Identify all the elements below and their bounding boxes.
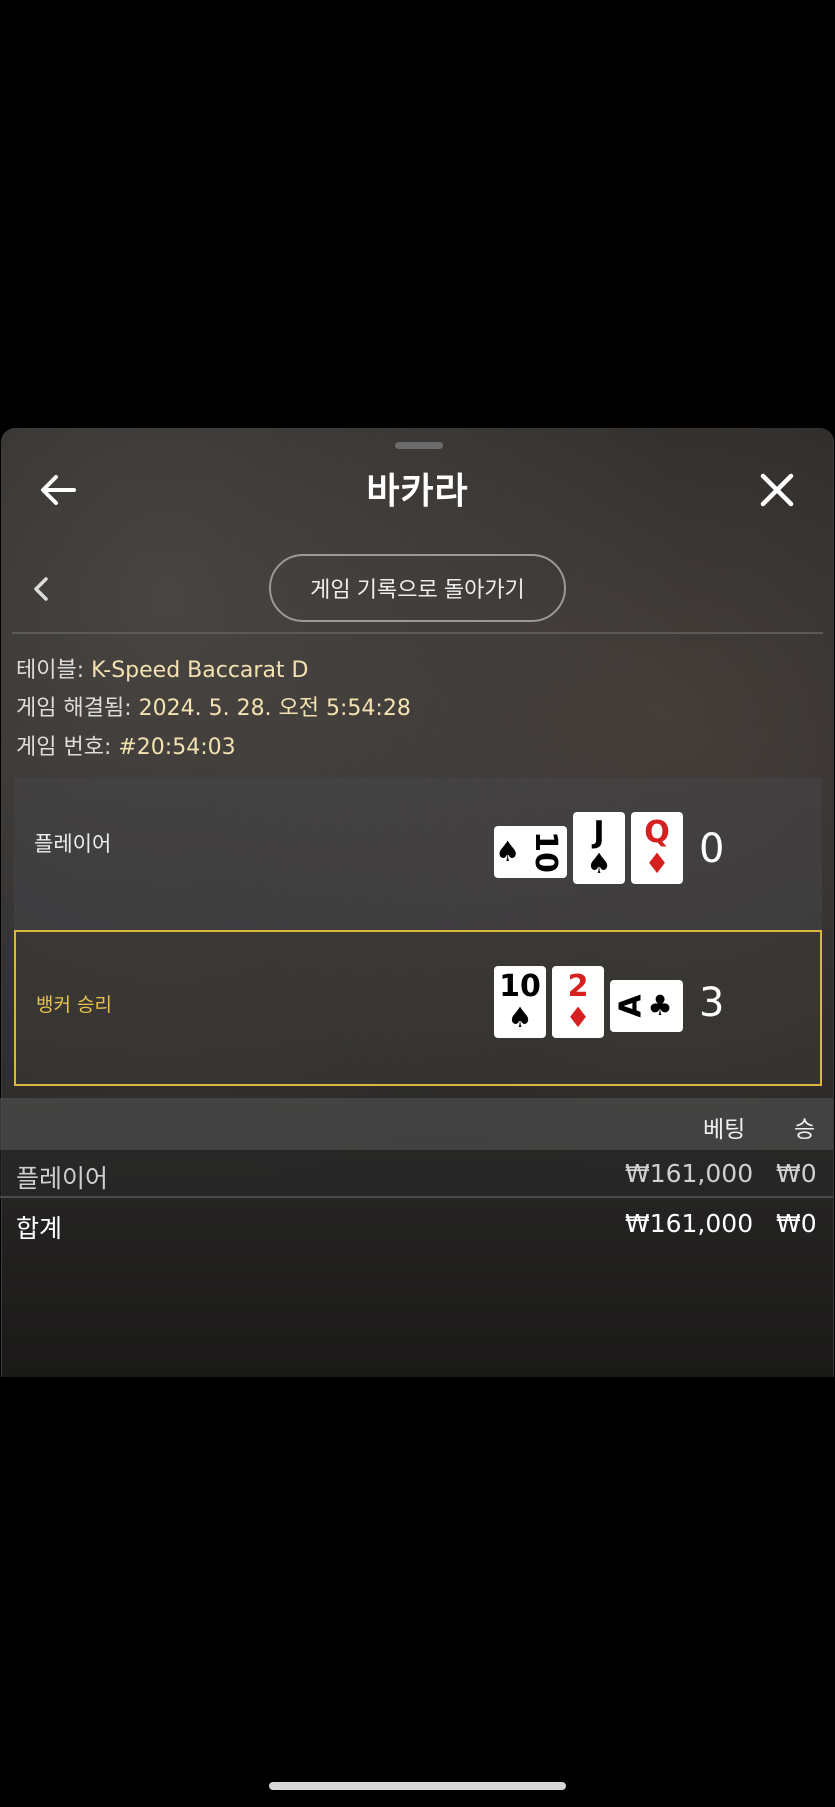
total-win-amount: ₩0 — [776, 1209, 817, 1238]
close-icon[interactable] — [757, 470, 797, 510]
bet-type: 플레이어 — [16, 1164, 109, 1193]
card-rank: 10 — [499, 969, 541, 1004]
total-row: 합계 ₩161,000 ₩0 — [0, 1200, 833, 1248]
card-rank: Q — [644, 815, 670, 850]
card-suit: ♦ — [644, 847, 670, 880]
card-rank: 2 — [567, 969, 589, 1004]
game-number-value: #20:54:03 — [118, 735, 236, 760]
bet-column-header: 베팅 — [703, 1117, 746, 1143]
home-indicator[interactable] — [269, 1782, 566, 1790]
bet-amount: ₩161,000 — [625, 1159, 754, 1188]
table-row: 플레이어 ₩161,000 ₩0 — [0, 1150, 833, 1198]
player-hand-row: 플레이어 ♠ 10 J ♠ Q ♦ 0 — [14, 778, 822, 930]
card-suit: ♠ — [495, 835, 521, 868]
drag-handle[interactable] — [395, 442, 443, 449]
chevron-left-icon[interactable] — [30, 575, 54, 603]
game-number-info: 게임 번호: #20:54:03 — [16, 729, 236, 761]
banker-hand-row: 뱅커 승리 10 ♠ 2 ♦ A ♣ 3 — [14, 930, 822, 1086]
table-value: K-Speed Baccarat D — [91, 658, 309, 683]
bets-table-header: 베팅 승 — [0, 1098, 833, 1150]
player-label: 플레이어 — [34, 832, 112, 856]
card-rank: J — [593, 815, 605, 850]
total-bet-amount: ₩161,000 — [625, 1209, 754, 1238]
card-suit: ♠ — [586, 847, 612, 880]
total-label: 합계 — [16, 1214, 63, 1243]
player-card-3: Q ♦ — [631, 812, 683, 884]
card-suit: ♦ — [565, 1001, 591, 1034]
win-amount: ₩0 — [776, 1159, 817, 1188]
banker-win-label: 뱅커 승리 — [36, 994, 112, 1016]
banker-card-3: A ♣ — [610, 980, 683, 1032]
player-card-1: ♠ 10 — [494, 826, 567, 878]
divider — [12, 632, 823, 634]
back-to-history-button[interactable]: 게임 기록으로 돌아가기 — [269, 554, 566, 622]
game-number-label: 게임 번호: — [16, 735, 112, 760]
table-label: 테이블: — [16, 658, 85, 683]
banker-card-1: 10 ♠ — [494, 966, 546, 1038]
card-rank: A — [613, 994, 649, 1018]
banker-card-2: 2 ♦ — [552, 966, 604, 1038]
table-info: 테이블: K-Speed Baccarat D — [16, 652, 309, 684]
resolved-value: 2024. 5. 28. 오전 5:54:28 — [138, 696, 411, 721]
card-suit: ♠ — [507, 1001, 533, 1034]
win-column-header: 승 — [794, 1117, 816, 1143]
card-rank: 10 — [528, 831, 564, 873]
resolved-label: 게임 해결됨: — [16, 696, 132, 721]
resolved-info: 게임 해결됨: 2024. 5. 28. 오전 5:54:28 — [16, 690, 411, 722]
page-title: 바카라 — [366, 471, 469, 512]
player-card-2: J ♠ — [573, 812, 625, 884]
card-suit: ♣ — [647, 989, 673, 1022]
player-score: 0 — [699, 826, 725, 872]
banker-score: 3 — [699, 980, 725, 1026]
